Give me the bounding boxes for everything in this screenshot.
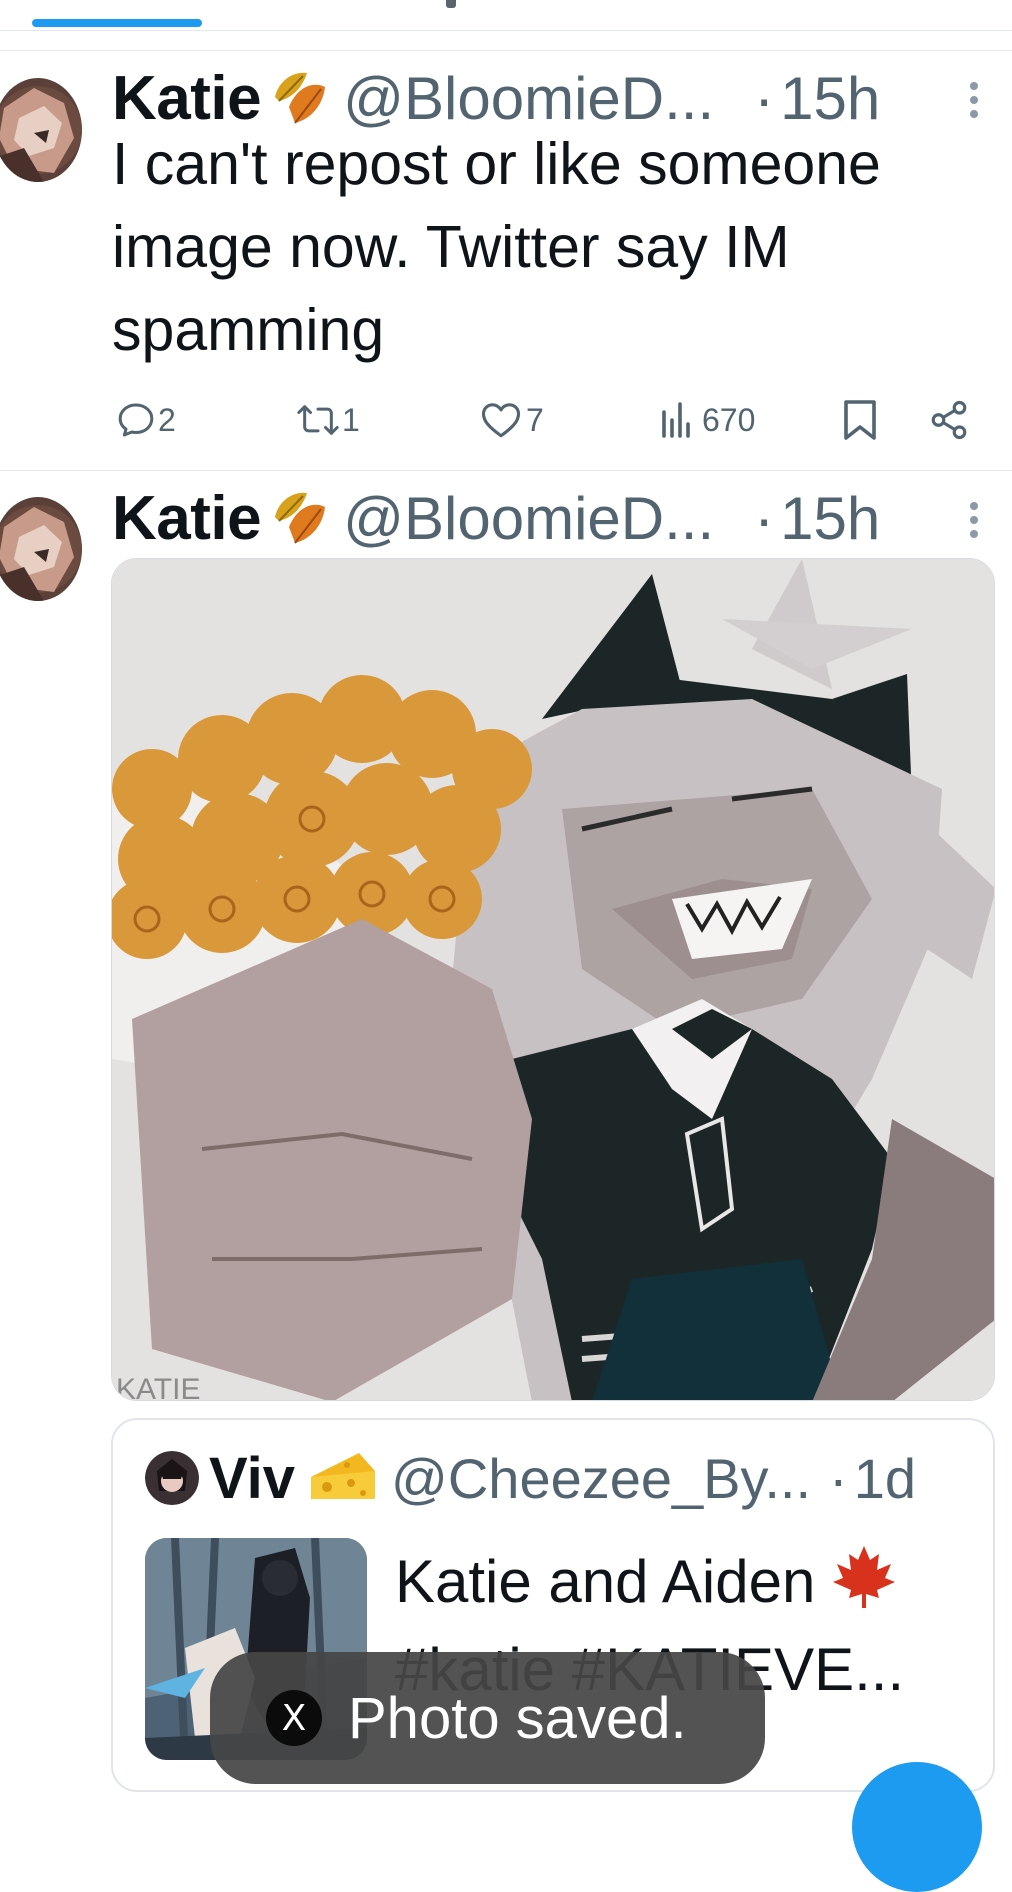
reply-icon	[118, 403, 154, 437]
toast-message: Photo saved.	[348, 1685, 687, 1751]
divider	[0, 470, 1012, 471]
display-name[interactable]: Katie	[112, 483, 262, 554]
display-name[interactable]: Viv	[209, 1445, 295, 1512]
bookmark-button[interactable]	[842, 390, 878, 450]
divider	[0, 50, 1012, 51]
repost-count: 1	[342, 401, 360, 438]
tab-label-fragment	[446, 0, 456, 8]
tweet-media-image[interactable]: KATIE	[111, 558, 995, 1401]
more-icon[interactable]	[964, 80, 984, 120]
separator: ·	[829, 1446, 848, 1510]
media-signature: KATIE	[116, 1373, 200, 1401]
tweet-header: Katie @BloomieD... · 15h	[112, 482, 880, 554]
reply-button[interactable]: 2	[116, 390, 176, 450]
tweet-actions: 2 1 7 670	[112, 390, 992, 450]
photo-saved-toast: X Photo saved.	[210, 1652, 765, 1784]
quote-header: Viv @Cheezee_By... · 1d	[145, 1442, 916, 1514]
bookmark-icon	[844, 400, 876, 440]
maple-leaf-icon	[831, 1544, 897, 1610]
like-button[interactable]: 7	[480, 390, 544, 450]
active-tab-indicator	[32, 19, 202, 27]
heart-icon	[481, 403, 521, 438]
repost-icon	[297, 405, 339, 435]
user-handle[interactable]: @BloomieD...	[343, 484, 714, 553]
like-count: 7	[526, 401, 544, 438]
quote-text-line1: Katie and Aiden	[395, 1548, 816, 1615]
autumn-leaves-icon	[269, 487, 331, 549]
avatar[interactable]	[0, 497, 82, 601]
user-handle[interactable]: @Cheezee_By...	[391, 1446, 811, 1511]
timestamp[interactable]: 15h	[780, 484, 880, 553]
separator: ·	[754, 484, 775, 552]
compose-button[interactable]	[852, 1762, 982, 1892]
x-logo-icon: X	[266, 1690, 322, 1746]
share-icon	[931, 400, 967, 440]
views-icon	[662, 402, 690, 438]
views-button[interactable]: 670	[660, 390, 755, 450]
autumn-leaves-icon	[269, 67, 331, 129]
avatar[interactable]	[0, 78, 82, 182]
views-count: 670	[702, 401, 756, 438]
reply-count: 2	[158, 401, 176, 438]
more-icon[interactable]	[964, 500, 984, 540]
cheese-icon	[307, 1447, 379, 1509]
repost-button[interactable]: 1	[296, 390, 360, 450]
share-button[interactable]	[928, 390, 970, 450]
tweet-text: I can't repost or like someone image now…	[112, 131, 881, 363]
timestamp[interactable]: 1d	[854, 1446, 916, 1511]
avatar[interactable]	[145, 1451, 199, 1505]
